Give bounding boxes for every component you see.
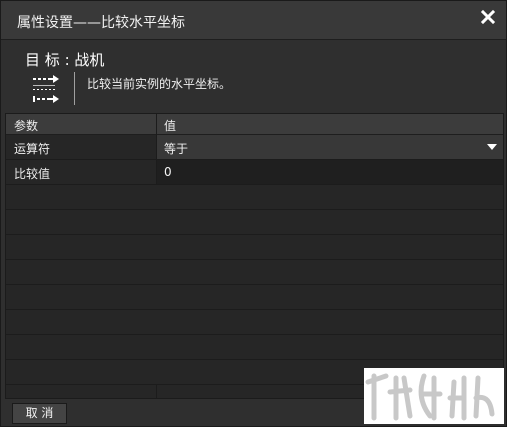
dialog-title: 属性设置——比较水平坐标	[17, 15, 185, 31]
grid-row-operator: 运算符 等于	[6, 135, 503, 160]
operator-select[interactable]: 等于	[157, 135, 503, 159]
properties-dialog: 属性设置——比较水平坐标 目 标 : 战机 比较当前实例的水平坐标。 参数 值 …	[0, 0, 507, 427]
empty-row	[6, 335, 503, 360]
operator-cell: 等于	[157, 135, 503, 159]
empty-row	[6, 235, 503, 260]
watermark-logo	[364, 368, 504, 424]
target-description: 比较当前实例的水平坐标。	[87, 77, 232, 91]
compare-horizontal-icon	[31, 74, 65, 106]
grid-header: 参数 值	[6, 114, 503, 135]
grid-row-compare-value: 比较值	[6, 160, 503, 185]
empty-row	[6, 185, 503, 210]
target-separator: :	[64, 51, 70, 69]
column-header-param: 参数	[14, 119, 39, 133]
empty-row	[6, 260, 503, 285]
icon-divider	[74, 72, 75, 105]
target-name: 战机	[74, 51, 105, 69]
operator-selected-value: 等于	[164, 142, 189, 156]
param-label-compare-value: 比较值	[14, 167, 51, 181]
param-label-operator: 运算符	[14, 142, 51, 156]
column-header-value: 值	[164, 119, 177, 133]
compare-value-input[interactable]	[157, 160, 503, 184]
empty-row	[6, 285, 503, 310]
cancel-button[interactable]: 取 消	[12, 403, 67, 424]
empty-row	[6, 310, 503, 335]
chevron-down-icon[interactable]	[487, 144, 497, 150]
target-label: 目 标	[25, 51, 60, 69]
property-grid: 参数 值 运算符 等于 比较值	[5, 113, 504, 399]
empty-row	[6, 210, 503, 235]
title-bar[interactable]: 属性设置——比较水平坐标	[1, 1, 506, 40]
target-section: 目 标 : 战机 比较当前实例的水平坐标。	[1, 41, 506, 109]
close-icon[interactable]	[478, 7, 498, 27]
target-heading: 目 标 : 战机	[25, 49, 104, 70]
compare-value-cell	[157, 160, 503, 184]
